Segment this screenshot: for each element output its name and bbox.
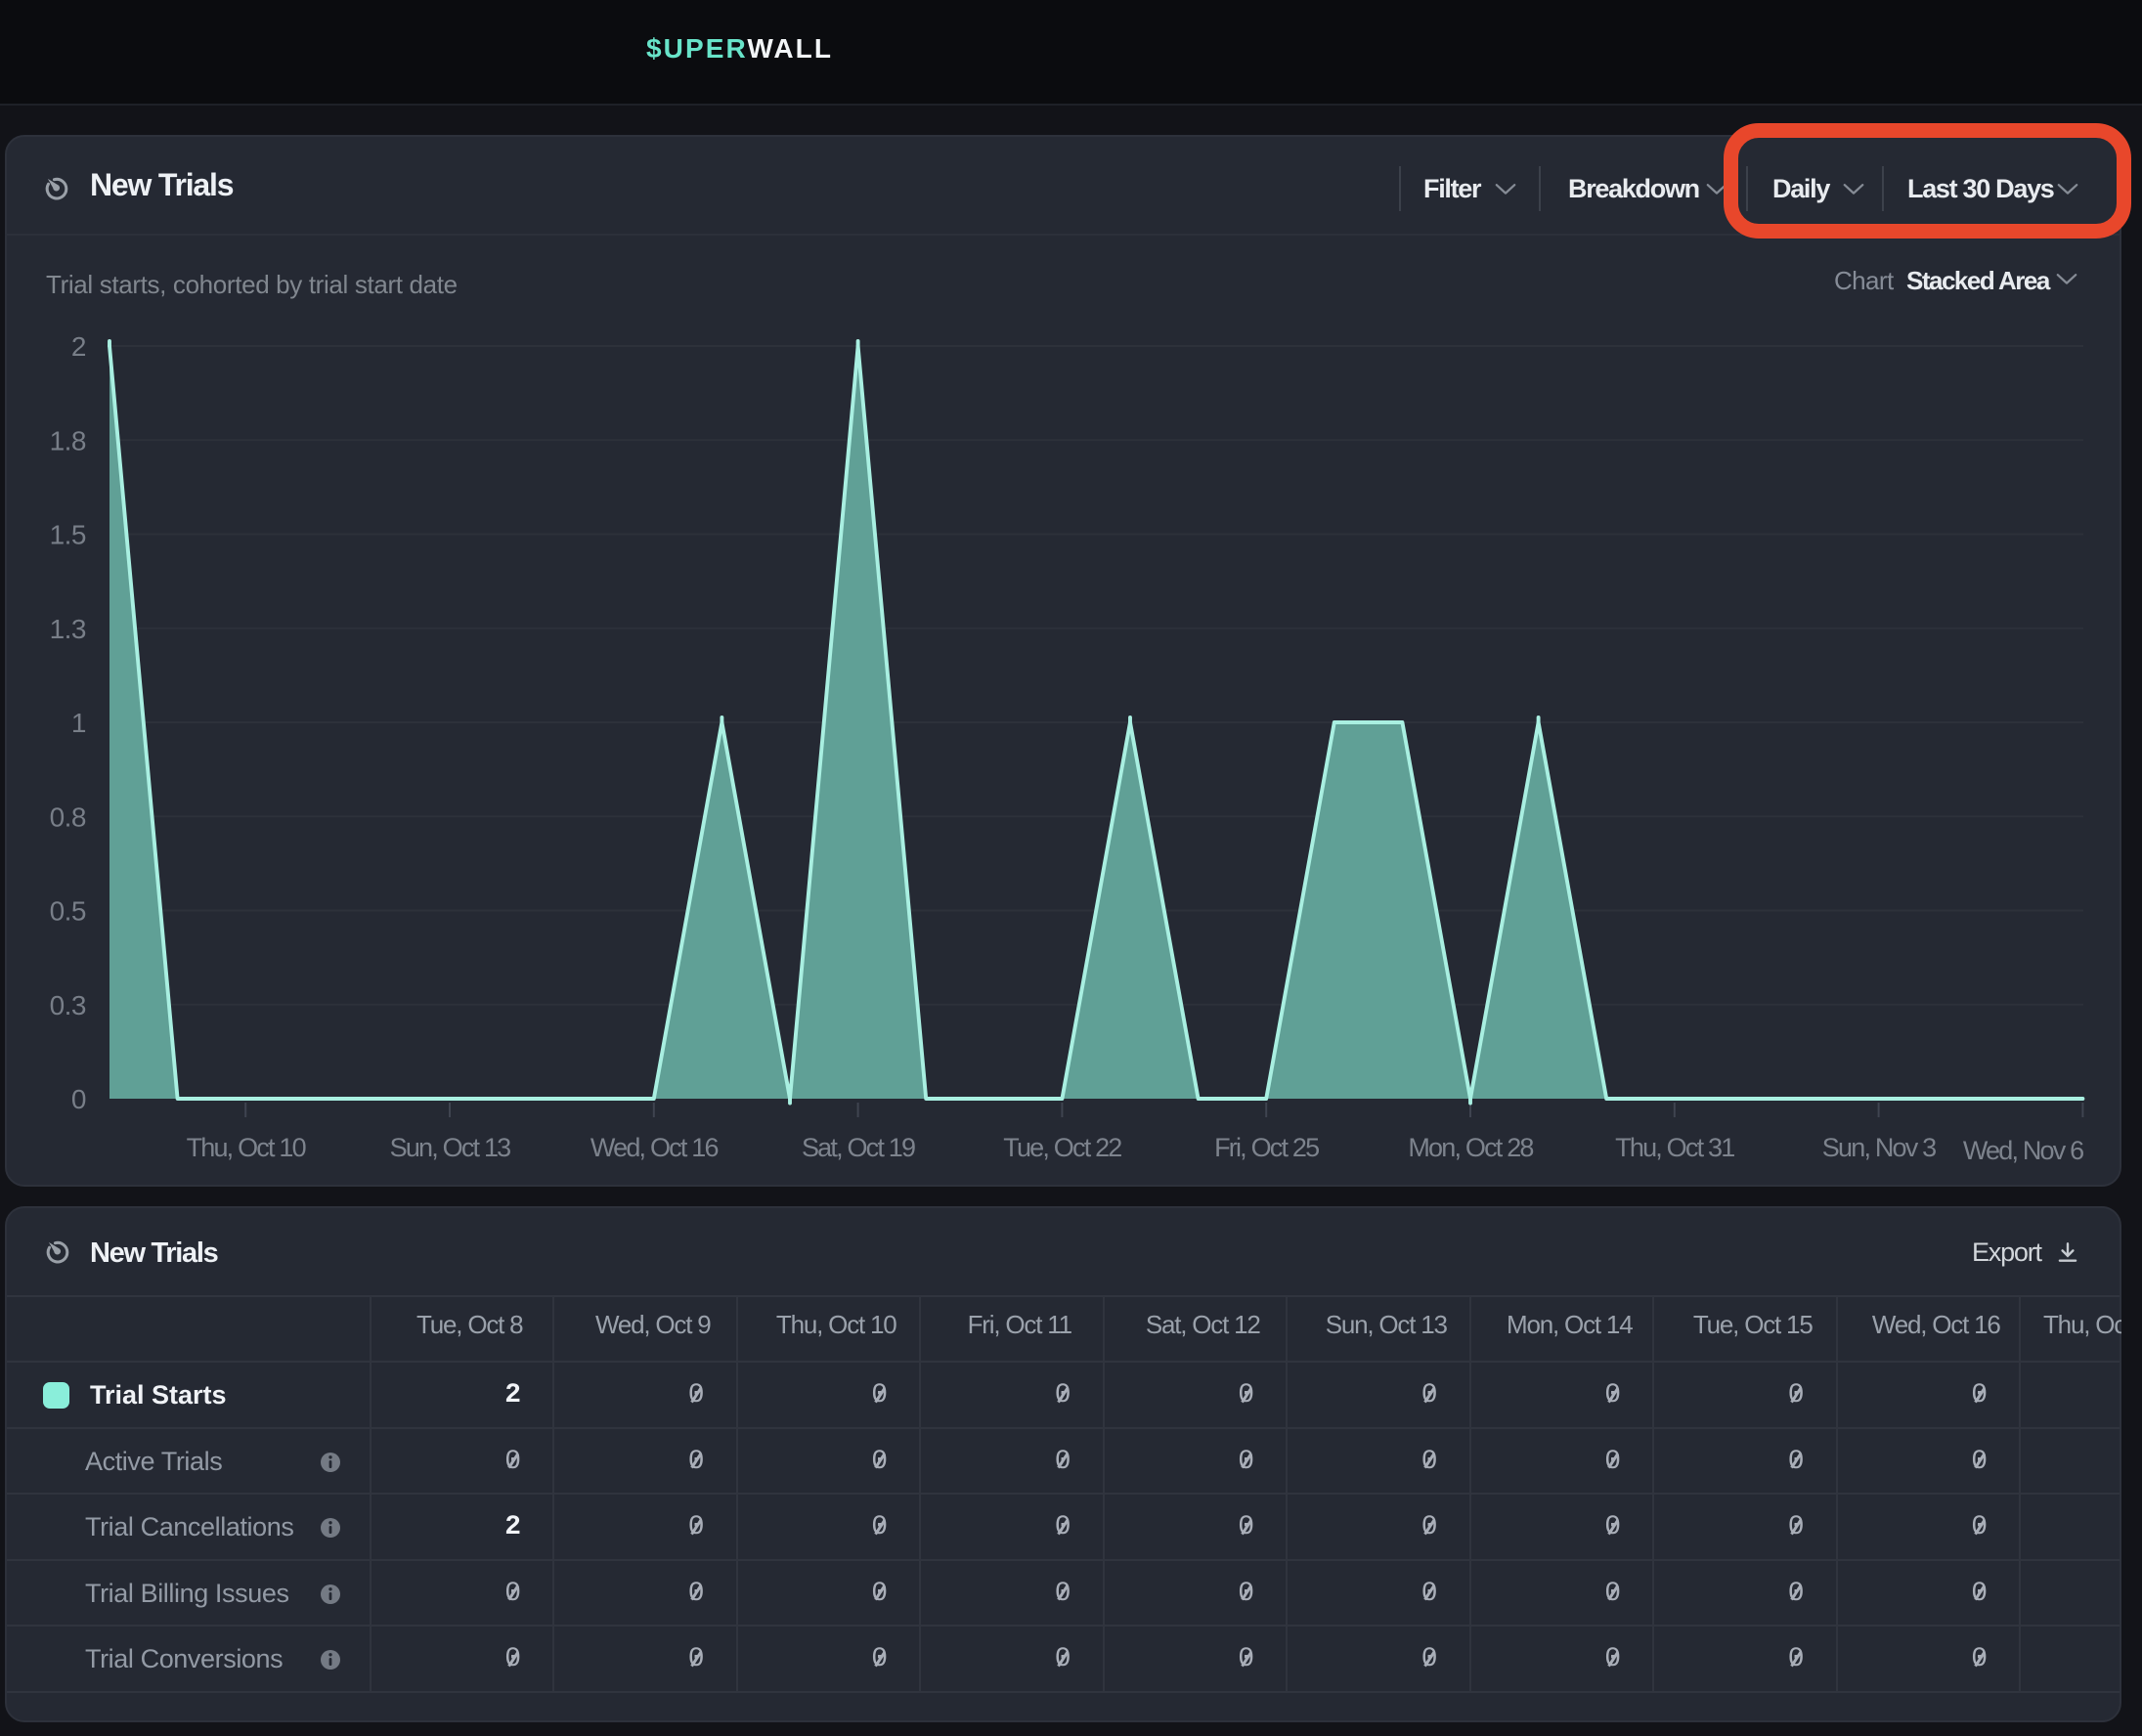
svg-text:0.3: 0.3	[50, 990, 86, 1020]
svg-text:Fri, Oct 25: Fri, Oct 25	[1214, 1133, 1319, 1162]
svg-text:Sat, Oct 19: Sat, Oct 19	[802, 1133, 915, 1162]
svg-text:0: 0	[71, 1084, 86, 1114]
svg-text:Sun, Oct 13: Sun, Oct 13	[390, 1133, 511, 1162]
svg-text:Wed, Nov 6: Wed, Nov 6	[1963, 1136, 2083, 1165]
svg-text:Tue, Oct 22: Tue, Oct 22	[1003, 1133, 1121, 1162]
svg-text:0.5: 0.5	[50, 896, 86, 927]
svg-text:Thu, Oct 10: Thu, Oct 10	[187, 1133, 306, 1162]
svg-text:1.3: 1.3	[50, 614, 86, 644]
svg-text:2: 2	[71, 331, 86, 362]
svg-text:Mon, Oct 28: Mon, Oct 28	[1408, 1133, 1533, 1162]
svg-text:1.8: 1.8	[50, 425, 86, 456]
svg-text:Thu, Oct 31: Thu, Oct 31	[1615, 1133, 1734, 1162]
svg-text:1: 1	[71, 708, 86, 738]
svg-text:1.5: 1.5	[50, 520, 86, 550]
svg-text:0.8: 0.8	[50, 802, 86, 832]
svg-text:Wed, Oct 16: Wed, Oct 16	[590, 1133, 719, 1162]
svg-text:Sun, Nov 3: Sun, Nov 3	[1822, 1133, 1936, 1162]
